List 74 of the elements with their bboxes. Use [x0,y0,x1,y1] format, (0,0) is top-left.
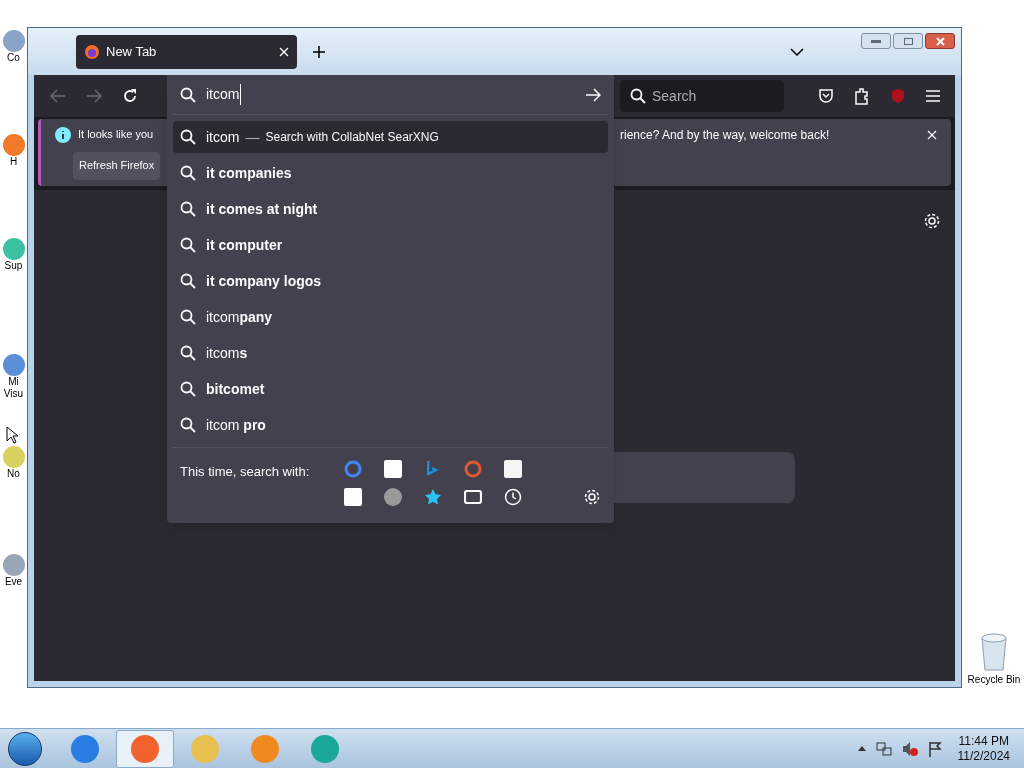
search-icon [180,201,196,217]
shortcut-icon[interactable] [2,30,25,52]
suggestion-item[interactable]: itcom — Search with CollabNet SearXNG [173,121,608,153]
suggestion-item[interactable]: itcompany [173,301,608,333]
search-field[interactable]: Search [620,80,784,112]
engine-icon[interactable] [464,460,482,478]
search-icon [180,381,196,397]
close-window-button[interactable] [925,33,955,49]
address-field[interactable]: itcom [173,75,608,115]
shortcut-icon[interactable] [2,134,25,156]
close-icon [935,36,945,46]
clock[interactable]: 11:44 PM 11/2/2024 [951,733,1016,764]
minimize-button[interactable] [861,33,891,49]
search-icon [180,86,196,103]
mouse-cursor-icon [6,426,18,444]
maximize-button[interactable] [893,33,923,49]
settings-icon[interactable] [583,488,601,506]
desktop-icon-label[interactable]: Co [1,52,26,64]
info-icon [55,126,71,143]
close-icon[interactable] [279,46,289,57]
close-icon[interactable] [927,129,937,140]
forward-arrow-icon[interactable] [86,89,102,103]
shortcut-icon[interactable] [2,238,25,260]
pocket-icon[interactable] [818,88,834,104]
search-icon [180,129,196,145]
history-clock-icon[interactable] [504,488,522,506]
taskbar-app[interactable] [116,729,174,768]
suggestion-item[interactable]: it comes at night [173,193,608,225]
chevron-down-icon[interactable] [790,47,804,56]
search-icon [180,345,196,361]
desktop-icon-label[interactable]: Recycle Bin [967,672,1021,687]
reload-icon[interactable] [122,88,138,104]
search-icon [180,273,196,289]
engine-icon[interactable] [384,488,402,506]
notification-text: It looks like you [78,127,154,143]
search-icon [180,237,196,253]
engine-icon[interactable] [344,460,362,478]
refresh-button[interactable]: Refresh Firefox [73,151,161,180]
search-icon [180,309,196,325]
bookmark-star-icon[interactable] [424,488,442,506]
desktop-icon-label[interactable]: Mi Visu [1,376,26,400]
desktop-icon-label[interactable]: No [1,468,26,480]
search-icon [180,417,196,433]
recycle-bin-icon[interactable] [978,632,1010,672]
suggestion-item[interactable]: it company logos [173,265,608,297]
desktop-icon-label[interactable]: Sup [1,260,26,272]
search-with-label: This time, search with: [180,463,311,481]
network-icon[interactable] [875,740,892,757]
search-icon [630,88,646,104]
browser-logo-icon [84,43,100,60]
menu-icon[interactable] [926,90,940,102]
puzzle-piece-icon[interactable] [854,87,870,105]
shortcut-icon[interactable] [2,554,25,576]
back-arrow-icon[interactable] [50,89,66,103]
notification-text: rience? And by the way, welcome back! [620,126,830,144]
muted-speaker-icon[interactable] [901,740,918,757]
suggestion-item[interactable]: it companies [173,157,608,189]
new-tab-plus-icon[interactable] [313,45,325,58]
search-icon [180,165,196,181]
tabs-icon[interactable] [464,490,482,504]
flag-icon[interactable] [927,740,942,757]
settings-icon[interactable] [923,212,941,230]
suggestion-item[interactable]: bitcomet [173,373,608,405]
caret-up-icon[interactable] [857,746,866,751]
suggestion-item[interactable]: itcom pro [173,409,608,441]
start-button[interactable] [8,731,42,766]
suggestion-item[interactable]: it computer [173,229,608,261]
desktop-icon-label[interactable]: Eve [1,576,26,588]
desktop-icon-label[interactable]: H [1,156,26,168]
browser-tab[interactable]: New Tab [76,34,297,69]
engine-icon[interactable] [427,460,439,478]
shortcut-icon[interactable] [2,354,25,376]
suggestion-item[interactable]: itcoms [173,337,608,369]
arrow-right-icon[interactable] [585,87,601,102]
